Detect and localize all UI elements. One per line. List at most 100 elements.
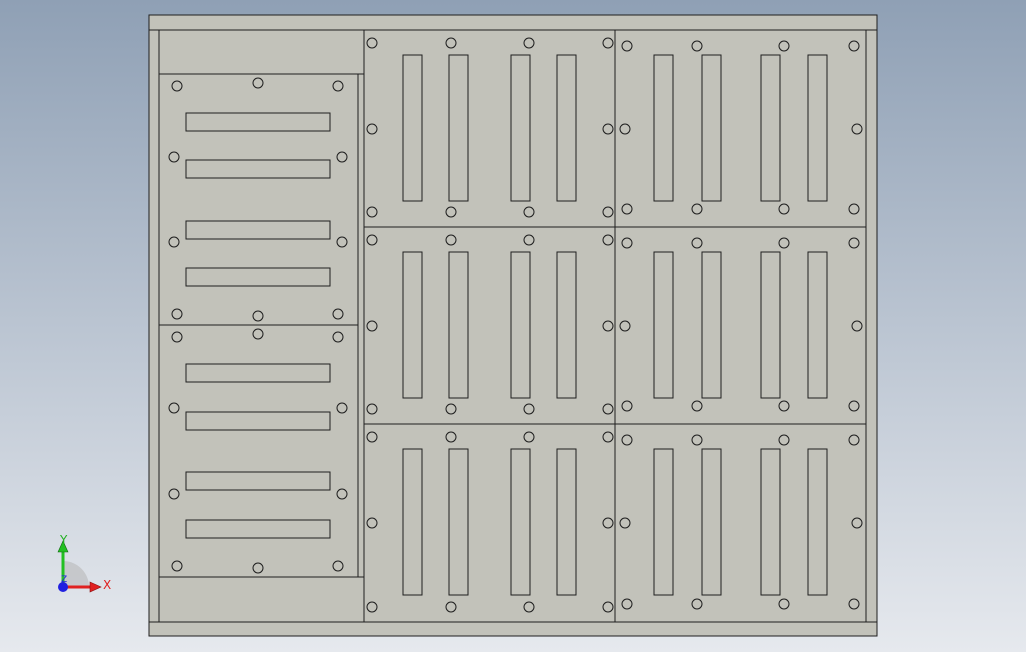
screw-hole [523,37,535,49]
left-module-group[interactable] [158,73,359,578]
screw-hole [621,598,633,610]
screw-hole [445,431,457,443]
screw-hole [851,123,863,135]
screw-hole [851,320,863,332]
screw-hole [848,400,860,412]
screw-hole [619,320,631,332]
screw-hole [848,598,860,610]
screw-hole [621,237,633,249]
screw-hole [602,431,614,443]
axis-triad[interactable]: Y X Z [48,528,118,600]
screw-hole [602,403,614,415]
vertical-slot [701,54,722,202]
screw-hole [171,560,183,572]
screw-hole [171,308,183,320]
vertical-slot [556,251,577,399]
vertical-slot [402,54,423,202]
vertical-slot [510,251,531,399]
screw-hole [332,560,344,572]
screw-hole [602,517,614,529]
screw-hole [602,206,614,218]
horizontal-slot [185,363,331,383]
vertical-slot [701,251,722,399]
screw-hole [523,234,535,246]
screw-hole [336,236,348,248]
vertical-slot [760,448,781,596]
screw-hole [445,206,457,218]
horizontal-slot [185,159,331,179]
model-view[interactable] [0,0,1026,652]
vertical-slot [760,54,781,202]
screw-hole [691,203,703,215]
rack-module-panel[interactable] [614,226,867,425]
screw-hole [168,236,180,248]
cad-graphics-viewport[interactable]: Y X Z [0,0,1026,652]
screw-hole [523,431,535,443]
horizontal-slot [185,471,331,491]
rack-module-panel[interactable] [363,226,616,425]
screw-hole [602,123,614,135]
screw-hole [691,40,703,52]
vertical-slot [556,54,577,202]
left-module-panel[interactable] [158,324,359,578]
screw-hole [366,234,378,246]
screw-hole [621,40,633,52]
screw-hole [778,400,790,412]
screw-hole [366,320,378,332]
left-top-blank-plate[interactable] [158,29,365,75]
screw-hole [619,123,631,135]
screw-hole [602,601,614,613]
screw-hole [171,80,183,92]
vertical-slot [448,448,469,596]
screw-hole [691,237,703,249]
rack-module-panel[interactable] [614,29,867,228]
screw-hole [778,203,790,215]
vertical-slot [510,54,531,202]
screw-hole [621,203,633,215]
vertical-slot [807,54,828,202]
screw-hole [445,403,457,415]
screw-hole [168,488,180,500]
screw-hole [621,434,633,446]
screw-hole [602,320,614,332]
horizontal-slot [185,267,331,287]
vertical-slot [653,54,674,202]
screw-hole [691,598,703,610]
vertical-slot [510,448,531,596]
screw-hole [366,403,378,415]
screw-hole [171,331,183,343]
right-module-group[interactable] [363,29,867,623]
vertical-slot [653,251,674,399]
screw-hole [851,517,863,529]
y-axis-label: Y [59,533,68,547]
left-module-panel[interactable] [158,73,359,326]
cabinet-model[interactable] [148,14,878,637]
screw-hole [366,123,378,135]
bottom-rail[interactable] [148,621,878,637]
vertical-slot [556,448,577,596]
top-rail[interactable] [148,14,878,31]
screw-hole [252,562,264,574]
screw-hole [366,206,378,218]
rack-module-panel[interactable] [363,423,616,623]
vertical-slot [402,251,423,399]
vertical-slot [807,448,828,596]
x-axis-arrowhead-icon [89,581,102,593]
screw-hole [168,151,180,163]
screw-hole [523,601,535,613]
vertical-slot [807,251,828,399]
screw-hole [252,310,264,322]
screw-hole [332,331,344,343]
left-bottom-blank-plate[interactable] [158,576,365,623]
screw-hole [523,206,535,218]
rack-module-panel[interactable] [363,29,616,228]
screw-hole [252,77,264,89]
vertical-slot [402,448,423,596]
screw-hole [445,37,457,49]
screw-hole [336,402,348,414]
screw-hole [366,517,378,529]
rack-module-panel[interactable] [614,423,867,623]
vertical-slot [760,251,781,399]
screw-hole [602,37,614,49]
screw-hole [691,400,703,412]
